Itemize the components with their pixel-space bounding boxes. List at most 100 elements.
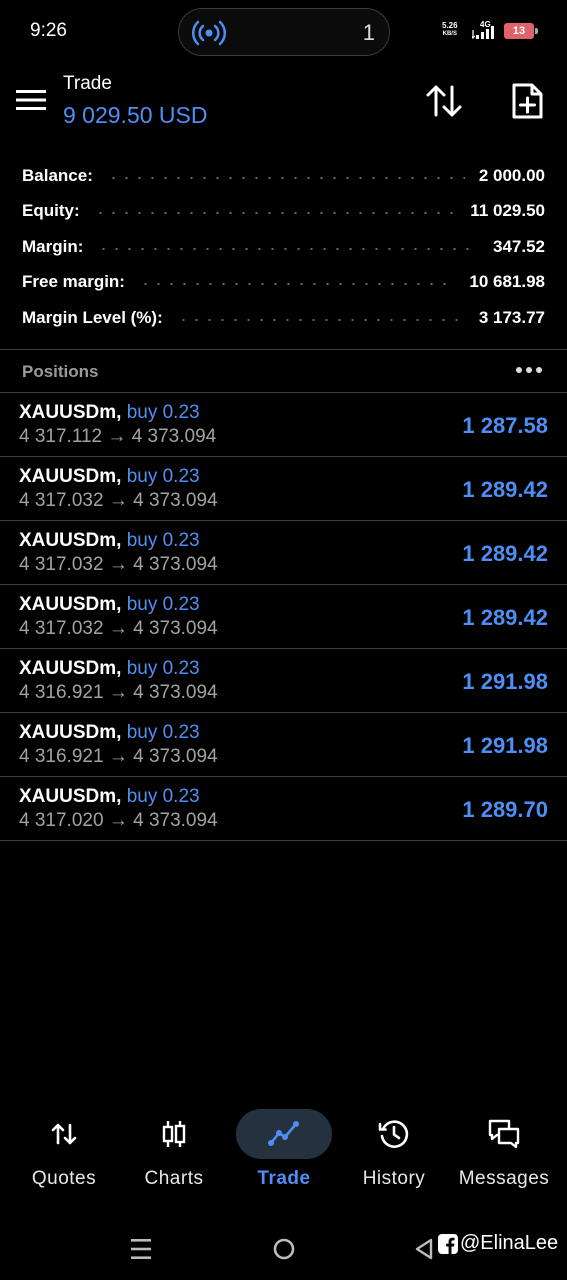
network-type: 4G	[480, 20, 491, 29]
position-row[interactable]: XAUUSDm, buy 0.23 4 317.032 → 4 373.094 …	[0, 585, 567, 649]
position-side: buy 0.23	[126, 530, 200, 551]
position-row[interactable]: XAUUSDm, buy 0.23 4 317.112 → 4 373.094 …	[0, 393, 567, 457]
summary-row-margin-level: Margin Level (%): 3 173.77	[0, 300, 567, 336]
summary-value: 11 029.50	[470, 201, 545, 221]
position-row[interactable]: XAUUSDm, buy 0.23 4 316.921 → 4 373.094 …	[0, 649, 567, 713]
new-order-icon[interactable]	[510, 82, 544, 120]
position-row[interactable]: XAUUSDm, buy 0.23 4 317.020 → 4 373.094 …	[0, 777, 567, 841]
positions-list: XAUUSDm, buy 0.23 4 317.112 → 4 373.094 …	[0, 393, 567, 841]
chat-bubbles-icon	[488, 1119, 520, 1149]
summary-value: 2 000.00	[478, 165, 545, 185]
watermark: @ElinaLee	[438, 1232, 558, 1255]
page-title: Trade	[63, 73, 112, 94]
position-prices: 4 317.112 → 4 373.094	[19, 426, 216, 448]
dotted-leader	[93, 212, 457, 215]
summary-label: Margin:	[22, 236, 84, 256]
dotted-leader	[106, 176, 465, 179]
battery-indicator: 13	[504, 23, 538, 39]
bottom-navigation: Quotes Charts Trade History Messages	[0, 1104, 567, 1200]
position-symbol: XAUUSDm,	[19, 658, 122, 679]
current-price: 4 373.094	[131, 426, 217, 447]
position-side: buy 0.23	[126, 402, 200, 423]
position-title: XAUUSDm, buy 0.23	[19, 530, 200, 552]
position-profit: 1 291.98	[462, 733, 548, 758]
candlestick-icon	[162, 1121, 186, 1147]
cell-signal-icon: 4G	[472, 20, 494, 39]
summary-label: Balance:	[22, 165, 93, 185]
open-price: 4 316.921	[19, 746, 104, 767]
position-row[interactable]: XAUUSDm, buy 0.23 4 317.032 → 4 373.094 …	[0, 457, 567, 521]
position-title: XAUUSDm, buy 0.23	[19, 722, 200, 744]
price-arrow: →	[108, 682, 128, 703]
current-price: 4 373.094	[133, 682, 218, 703]
dynamic-island[interactable]: 1	[178, 8, 390, 56]
position-title: XAUUSDm, buy 0.23	[19, 402, 200, 424]
nav-trade[interactable]: Trade	[229, 1104, 339, 1200]
open-price: 4 317.020	[19, 810, 104, 831]
history-clock-icon	[378, 1120, 409, 1148]
hamburger-menu-icon[interactable]	[16, 87, 46, 113]
price-arrow: →	[108, 554, 128, 575]
back-icon[interactable]	[414, 1237, 434, 1261]
open-price: 4 317.032	[19, 490, 104, 511]
position-side: buy 0.23	[126, 722, 200, 743]
position-symbol: XAUUSDm,	[19, 722, 122, 743]
more-options-icon[interactable]	[514, 363, 544, 377]
system-nav-bar: @ElinaLee	[0, 1218, 567, 1280]
quotes-arrows-icon	[51, 1123, 77, 1145]
nav-history[interactable]: History	[339, 1104, 449, 1200]
summary-value: 10 681.98	[469, 272, 545, 292]
open-price: 4 316.921	[19, 682, 104, 703]
current-price: 4 373.094	[133, 618, 218, 639]
open-price: 4 317.032	[19, 618, 104, 639]
price-arrow: →	[107, 426, 127, 447]
summary-row-free-margin: Free margin: 10 681.98	[0, 265, 567, 301]
position-profit: 1 291.98	[462, 669, 548, 694]
position-title: XAUUSDm, buy 0.23	[19, 658, 200, 680]
position-symbol: XAUUSDm,	[19, 786, 122, 807]
status-bar: 9:26 1 5.26 KB/S 4G 13	[0, 0, 567, 62]
trade-line-icon	[268, 1121, 299, 1146]
position-profit: 1 289.42	[462, 477, 548, 502]
position-profit: 1 289.42	[462, 541, 548, 566]
summary-row-balance: Balance: 2 000.00	[0, 158, 567, 194]
position-profit: 1 289.42	[462, 605, 548, 630]
position-title: XAUUSDm, buy 0.23	[19, 786, 200, 808]
summary-label: Equity:	[22, 201, 80, 221]
position-row[interactable]: XAUUSDm, buy 0.23 4 317.032 → 4 373.094 …	[0, 521, 567, 585]
nav-quotes[interactable]: Quotes	[9, 1104, 119, 1200]
position-symbol: XAUUSDm,	[19, 594, 122, 615]
broadcast-icon	[191, 20, 227, 46]
header-balance: 9 029.50 USD	[63, 102, 208, 128]
position-prices: 4 317.032 → 4 373.094	[19, 618, 218, 640]
summary-value: 3 173.77	[478, 307, 545, 327]
position-title: XAUUSDm, buy 0.23	[19, 466, 200, 488]
position-symbol: XAUUSDm,	[19, 466, 122, 487]
open-price: 4 317.112	[19, 426, 103, 447]
island-count: 1	[362, 20, 375, 45]
position-prices: 4 317.032 → 4 373.094	[19, 554, 218, 576]
home-icon[interactable]	[271, 1236, 297, 1262]
summary-row-margin: Margin: 347.52	[0, 229, 567, 265]
position-side: buy 0.23	[126, 466, 200, 487]
current-price: 4 373.094	[133, 554, 218, 575]
position-row[interactable]: XAUUSDm, buy 0.23 4 316.921 → 4 373.094 …	[0, 713, 567, 777]
dotted-leader	[138, 283, 456, 286]
position-prices: 4 316.921 → 4 373.094	[19, 682, 218, 704]
dotted-leader	[176, 318, 465, 321]
sort-order-icon[interactable]	[424, 83, 464, 119]
summary-label: Margin Level (%):	[22, 307, 163, 327]
dotted-leader	[97, 247, 479, 250]
price-arrow: →	[108, 746, 128, 767]
nav-charts[interactable]: Charts	[119, 1104, 229, 1200]
open-price: 4 317.032	[19, 554, 104, 575]
current-price: 4 373.094	[133, 746, 218, 767]
position-side: buy 0.23	[126, 658, 200, 679]
nav-messages[interactable]: Messages	[449, 1104, 559, 1200]
current-price: 4 373.094	[133, 810, 218, 831]
recents-icon[interactable]	[128, 1236, 154, 1262]
facebook-icon	[438, 1233, 458, 1254]
summary-value: 347.52	[493, 236, 545, 256]
position-symbol: XAUUSDm,	[19, 530, 122, 551]
summary-label: Free margin:	[22, 272, 125, 292]
